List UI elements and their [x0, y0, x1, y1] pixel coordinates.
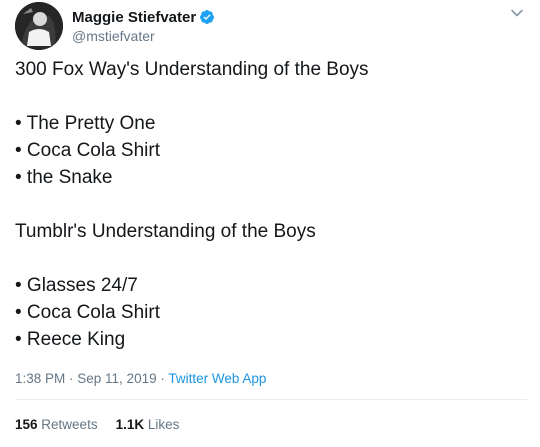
tweet-line: Tumblr's Understanding of the Boys — [15, 221, 316, 242]
line-break — [15, 245, 525, 272]
tweet-line: • Coca Cola Shirt — [15, 302, 160, 323]
divider — [15, 399, 527, 400]
display-name[interactable]: Maggie Stiefvater — [72, 9, 196, 26]
line-break — [15, 83, 525, 110]
tweet-line: • the Snake — [15, 167, 113, 188]
verified-badge-icon — [199, 9, 215, 25]
tweet-line: • Coca Cola Shirt — [15, 140, 160, 161]
timestamp-link[interactable]: 1:38 PM · Sep 11, 2019 — [15, 371, 157, 386]
source-app-link[interactable]: Twitter Web App — [168, 371, 266, 386]
engagement-stats: 156 Retweets 1.1K Likes — [15, 417, 179, 432]
retweets-count: 156 — [15, 417, 38, 432]
likes-count: 1.1K — [115, 417, 145, 432]
tweet-line: • Reece King — [15, 329, 126, 350]
meta-separator: · — [156, 371, 169, 386]
chevron-down-icon — [510, 6, 524, 25]
likes-label: Likes — [147, 417, 180, 432]
line-break — [15, 191, 525, 218]
tweet-meta: 1:38 PM · Sep 11, 2019 · Twitter Web App — [15, 371, 266, 386]
tweet-line: • Glasses 24/7 — [15, 275, 138, 296]
handle[interactable]: @mstiefvater — [72, 28, 215, 44]
more-options-caret[interactable] — [508, 6, 526, 24]
retweets-stat[interactable]: 156 Retweets — [15, 417, 98, 432]
retweets-label: Retweets — [41, 417, 98, 432]
tweet-text: 300 Fox Way's Understanding of the Boys … — [15, 56, 525, 353]
avatar[interactable] — [15, 2, 63, 50]
tweet-line: 300 Fox Way's Understanding of the Boys — [15, 59, 369, 80]
profile-photo — [15, 2, 63, 50]
author-info[interactable]: Maggie Stiefvater @mstiefvater — [72, 8, 215, 44]
likes-stat[interactable]: 1.1K Likes — [116, 417, 180, 432]
tweet-line: • The Pretty One — [15, 113, 156, 134]
